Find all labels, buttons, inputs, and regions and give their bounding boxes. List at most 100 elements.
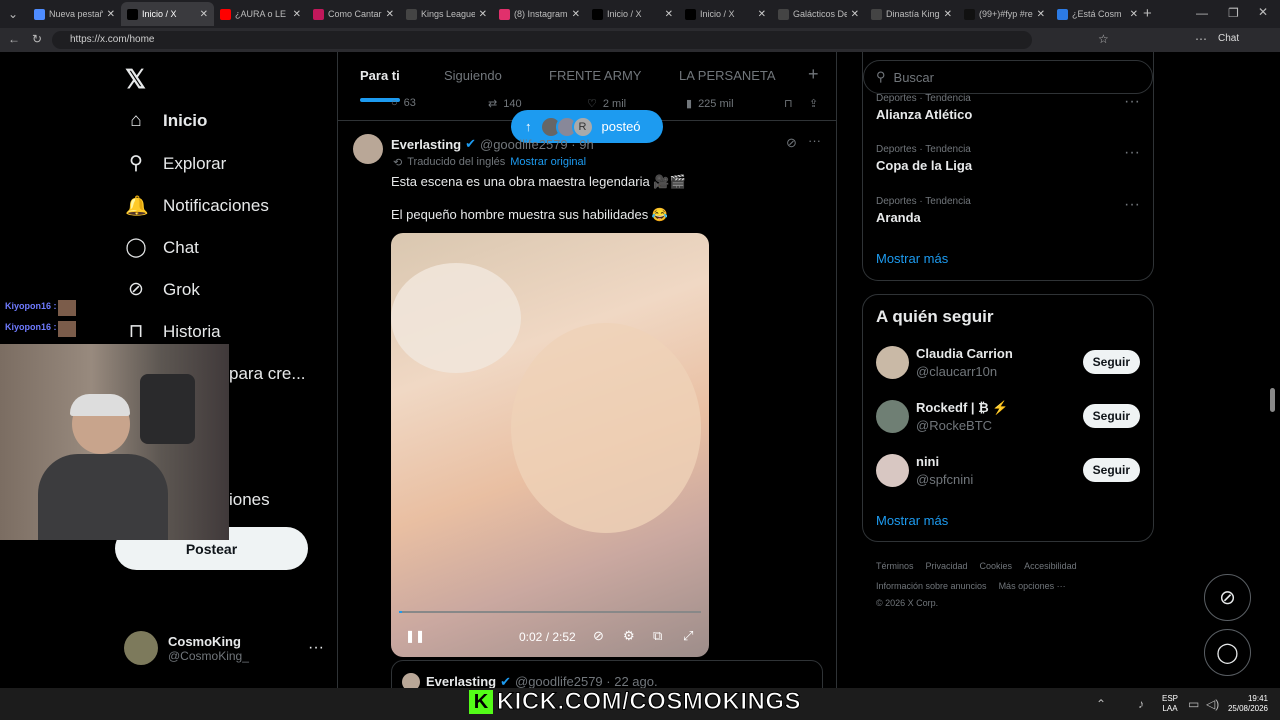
sidebar-item-historia[interactable]: ⊓ Historia: [125, 320, 221, 343]
scrollbar-thumb[interactable]: [1270, 388, 1275, 412]
grok-icon[interactable]: ⊘: [786, 135, 797, 151]
video-player[interactable]: ❚❚ 0:02 / 2:52 ⊘ ⚙ ⧉ ⤢: [391, 233, 709, 657]
pause-icon[interactable]: ❚❚: [405, 629, 425, 643]
follow-suggestion[interactable]: Rockedf | ₿ ⚡ @RockeBTC Seguir: [876, 400, 1140, 440]
footer-link[interactable]: Información sobre anuncios: [876, 581, 987, 591]
tab-close-icon[interactable]: ✕: [665, 9, 673, 20]
x-logo-icon[interactable]: 𝕏: [125, 64, 146, 95]
pip-icon[interactable]: ⧉: [653, 628, 662, 644]
repost-action[interactable]: ⇄ 140: [488, 97, 522, 111]
trend-item[interactable]: Deportes · Tendencia Aranda ···: [876, 196, 1140, 225]
footer-link[interactable]: Cookies: [980, 561, 1013, 571]
fullscreen-icon[interactable]: ⤢: [683, 628, 693, 644]
browser-tab[interactable]: ¿Está Cosm ✕: [1051, 2, 1144, 26]
show-original-link[interactable]: Mostrar original: [510, 156, 586, 169]
footer-link[interactable]: Privacidad: [926, 561, 968, 571]
browser-tab[interactable]: Como Cantar a ✕: [307, 2, 400, 26]
tab-close-icon[interactable]: ✕: [386, 9, 394, 20]
tray-chevron-icon[interactable]: ⌃: [1096, 697, 1106, 711]
browser-tab[interactable]: (99+)#fyp #rea ✕: [958, 2, 1051, 26]
sidebar-item-partial-label-2[interactable]: iones: [229, 490, 270, 510]
tab-close-icon[interactable]: ✕: [107, 9, 115, 20]
tab-close-icon[interactable]: ✕: [944, 9, 952, 20]
copilot-chat-button[interactable]: Chat: [1218, 33, 1239, 44]
timeline-tab[interactable]: LA PERSANETA: [679, 68, 776, 83]
sidebar-item-chat[interactable]: ◯ Chat: [125, 236, 199, 259]
follow-suggestion[interactable]: Claudia Carrion @claucarr10n Seguir: [876, 346, 1140, 386]
tab-list-icon[interactable]: ⌄: [8, 7, 18, 21]
views-action[interactable]: ▮ 225 mil: [686, 97, 734, 111]
avatar[interactable]: [353, 134, 383, 164]
follow-button[interactable]: Seguir: [1082, 350, 1140, 374]
tab-close-icon[interactable]: ✕: [1037, 9, 1045, 20]
share-icon[interactable]: ⇪: [809, 97, 818, 110]
browser-tab[interactable]: Dinastía Kings ✕: [865, 2, 958, 26]
more-menu-icon[interactable]: ⋯: [1195, 32, 1207, 46]
post-author-handle[interactable]: @goodlife2579 · 9h: [480, 137, 594, 152]
footer-link[interactable]: Más opciones ···: [999, 581, 1066, 591]
account-switcher[interactable]: CosmoKing @CosmoKing_ ···: [124, 631, 324, 665]
bookmark-icon[interactable]: ⊓: [784, 97, 793, 110]
trend-item[interactable]: Deportes · Tendencia Alianza Atlético ···: [876, 93, 1140, 122]
maximize-icon[interactable]: ❐: [1228, 6, 1239, 20]
sidebar-item-grok[interactable]: ⊘ Grok: [125, 278, 200, 301]
grok-fab-icon[interactable]: ⊘: [1204, 574, 1251, 621]
minimize-icon[interactable]: —: [1196, 6, 1208, 20]
post-author-name[interactable]: Everlasting: [391, 137, 461, 152]
messages-fab-icon[interactable]: ◯: [1204, 629, 1251, 676]
show-more-link[interactable]: Mostrar más: [876, 513, 948, 528]
follow-button[interactable]: Seguir: [1082, 458, 1140, 482]
add-tab-icon[interactable]: +: [808, 64, 819, 85]
video-progress-track[interactable]: [399, 611, 701, 613]
back-icon[interactable]: ←: [8, 32, 20, 46]
favorite-star-icon[interactable]: ☆: [1098, 32, 1109, 46]
tab-close-icon[interactable]: ✕: [572, 9, 580, 20]
volume-icon[interactable]: ◁): [1206, 697, 1219, 711]
more-icon[interactable]: ···: [1124, 144, 1140, 162]
more-icon[interactable]: ···: [1124, 196, 1140, 214]
browser-tab[interactable]: (8) Instagram ✕: [493, 2, 586, 26]
mic-icon[interactable]: ♪: [1138, 697, 1144, 711]
language-indicator[interactable]: ESP LAA: [1162, 694, 1178, 714]
mute-icon[interactable]: ⊘: [593, 628, 604, 644]
footer-link[interactable]: Accesibilidad: [1024, 561, 1077, 571]
tab-close-icon[interactable]: ✕: [200, 9, 208, 20]
follow-suggestion[interactable]: nini @spfcnini Seguir: [876, 454, 1140, 494]
network-icon[interactable]: ▭: [1188, 697, 1199, 711]
follow-button[interactable]: Seguir: [1082, 404, 1140, 428]
quoted-post[interactable]: Everlasting ✔ @goodlife2579 · 22 ago.: [391, 660, 823, 688]
settings-icon[interactable]: ⚙: [623, 628, 635, 644]
tab-close-icon[interactable]: ✕: [293, 9, 301, 20]
reply-action[interactable]: ○ 63: [391, 97, 416, 109]
tab-close-icon[interactable]: ✕: [758, 9, 766, 20]
sidebar-item-explorar[interactable]: ⚲ Explorar: [125, 152, 226, 175]
url-field[interactable]: https://x.com/home: [52, 31, 1032, 49]
trend-item[interactable]: Deportes · Tendencia Copa de la Liga ···: [876, 144, 1140, 173]
tab-close-icon[interactable]: ✕: [479, 9, 487, 20]
browser-tab[interactable]: Inicio / X ✕: [586, 2, 679, 26]
more-icon[interactable]: ···: [308, 639, 324, 657]
clock[interactable]: 19:41 25/08/2026: [1226, 694, 1268, 714]
timeline-tab[interactable]: Siguiendo: [444, 68, 502, 83]
new-tab-icon[interactable]: +: [1143, 5, 1152, 22]
like-action[interactable]: ♡ 2 mil: [587, 97, 626, 111]
browser-tab[interactable]: ¿AURA o LE ✕: [214, 2, 307, 26]
close-window-icon[interactable]: ✕: [1258, 5, 1268, 19]
browser-tab[interactable]: Galácticos Del ✕: [772, 2, 865, 26]
browser-tab[interactable]: Nueva pestaña ✕: [28, 2, 121, 26]
tab-close-icon[interactable]: ✕: [1130, 9, 1138, 20]
more-icon[interactable]: ···: [808, 133, 821, 148]
tab-close-icon[interactable]: ✕: [851, 9, 859, 20]
sidebar-item-partial-label[interactable]: para cre...: [229, 364, 306, 384]
timeline-tab[interactable]: Para ti: [360, 68, 400, 83]
footer-link[interactable]: Términos: [876, 561, 914, 571]
browser-tab[interactable]: Inicio / X ✕: [121, 2, 214, 26]
sidebar-item-inicio[interactable]: ⌂ Inicio: [125, 110, 207, 132]
browser-tab[interactable]: Inicio / X ✕: [679, 2, 772, 26]
sidebar-item-notificaciones[interactable]: 🔔 Notificaciones: [125, 194, 269, 218]
browser-tab[interactable]: Kings League (✕: [400, 2, 493, 26]
show-more-link[interactable]: Mostrar más: [876, 251, 948, 266]
more-icon[interactable]: ···: [1124, 93, 1140, 111]
timeline-tab[interactable]: FRENTE ARMY: [549, 68, 641, 83]
reload-icon[interactable]: ↻: [32, 32, 42, 46]
